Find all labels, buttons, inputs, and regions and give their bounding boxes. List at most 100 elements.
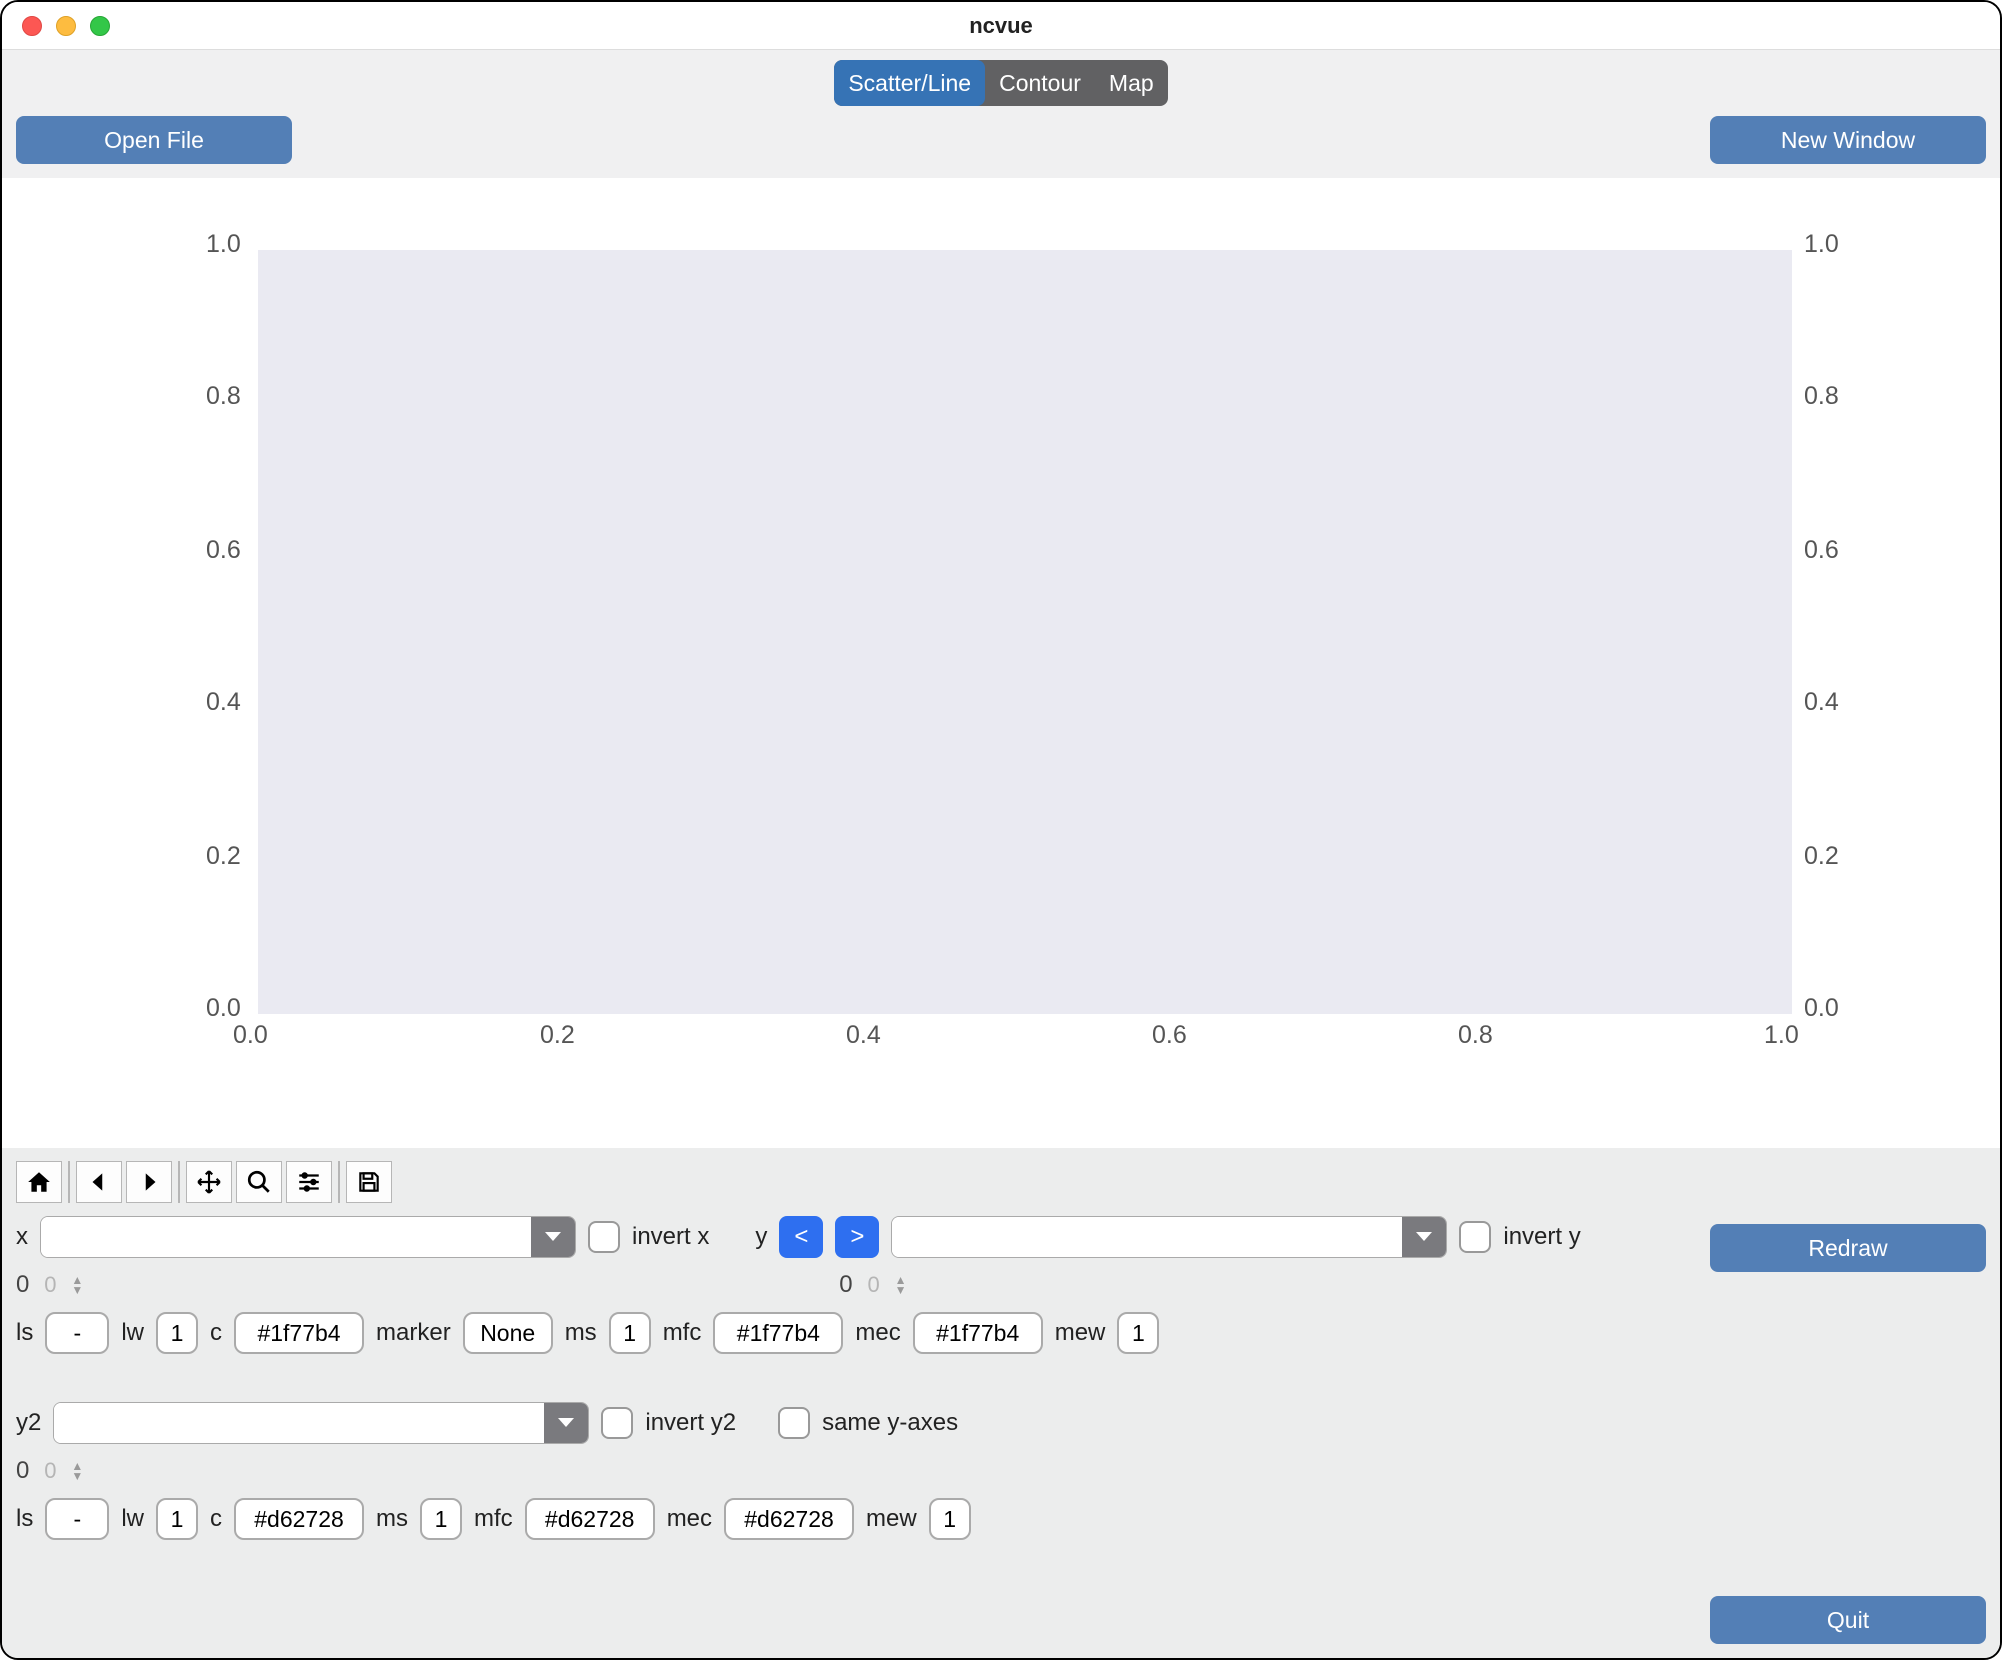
same-yaxes-checkbox[interactable] [778, 1407, 810, 1439]
spinner-label: 0 [839, 1271, 852, 1299]
lw-label: lw [121, 1505, 144, 1533]
traffic-lights [22, 16, 110, 36]
c-label: c [210, 1505, 222, 1533]
spinner-value[interactable] [857, 1268, 891, 1302]
style1-row: ls lw c marker ms mfc mec mew [16, 1312, 1690, 1354]
invert-y-label: invert y [1503, 1223, 1580, 1251]
lw-input[interactable] [156, 1498, 198, 1540]
c-input[interactable] [234, 1498, 364, 1540]
mew-input[interactable] [929, 1498, 971, 1540]
y2-variable-select[interactable] [53, 1402, 589, 1444]
zoom-icon[interactable] [236, 1161, 282, 1203]
home-icon[interactable] [16, 1161, 62, 1203]
invert-x-checkbox[interactable] [588, 1221, 620, 1253]
spinner-arrows-icon[interactable]: ▲▼ [71, 1461, 83, 1481]
y2-selector-row: y2 invert y2 same y-axes [16, 1402, 1690, 1444]
xtick: 0.6 [1152, 1021, 1187, 1050]
ls-input[interactable] [45, 1312, 109, 1354]
minimize-icon[interactable] [56, 16, 76, 36]
spinner-label: 0 [16, 1271, 29, 1299]
chevron-down-icon[interactable] [544, 1403, 588, 1443]
quit-button[interactable]: Quit [1710, 1596, 1986, 1644]
y-label: y [755, 1223, 767, 1251]
y-dim-spinner[interactable]: 0 ▲▼ [839, 1268, 906, 1302]
xtick: 1.0 [1764, 1021, 1799, 1050]
pan-icon[interactable] [186, 1161, 232, 1203]
same-yaxes-label: same y-axes [822, 1409, 958, 1437]
chevron-down-icon[interactable] [1402, 1217, 1446, 1257]
y2tick: 1.0 [1804, 230, 1839, 259]
spinner-arrows-icon[interactable]: ▲▼ [71, 1275, 83, 1295]
mew-input[interactable] [1117, 1312, 1159, 1354]
ytick: 0.0 [206, 994, 241, 1023]
ms-input[interactable] [609, 1312, 651, 1354]
tab-scatter-line[interactable]: Scatter/Line [834, 60, 985, 106]
ytick: 0.2 [206, 842, 241, 871]
subplots-icon[interactable] [286, 1161, 332, 1203]
mfc-input[interactable] [525, 1498, 655, 1540]
y-variable-select[interactable] [891, 1216, 1447, 1258]
c-label: c [210, 1319, 222, 1347]
lw-input[interactable] [156, 1312, 198, 1354]
y2-dim-spinner-row: 0 ▲▼ [16, 1454, 1690, 1488]
y2-dim-spinner[interactable]: 0 ▲▼ [16, 1454, 83, 1488]
x-dim-spinner[interactable]: 0 ▲▼ [16, 1268, 83, 1302]
spinner-value[interactable] [33, 1268, 67, 1302]
mec-label: mec [667, 1505, 712, 1533]
top-area: Scatter/Line Contour Map Open File New W… [2, 50, 2000, 178]
ls-label: ls [16, 1319, 33, 1347]
y-next-button[interactable]: > [835, 1216, 879, 1258]
window-title: ncvue [2, 13, 2000, 39]
y2tick: 0.0 [1804, 994, 1839, 1023]
titlebar: ncvue [2, 2, 2000, 50]
spinner-arrows-icon[interactable]: ▲▼ [895, 1275, 907, 1295]
ytick: 0.8 [206, 382, 241, 411]
ms-input[interactable] [420, 1498, 462, 1540]
marker-label: marker [376, 1319, 451, 1347]
tab-contour[interactable]: Contour [985, 60, 1095, 106]
back-icon[interactable] [76, 1161, 122, 1203]
controls-panel: x invert x y < > [2, 1148, 2000, 1658]
ms-label: ms [565, 1319, 597, 1347]
new-window-button[interactable]: New Window [1710, 116, 1986, 164]
x-variable-select[interactable] [40, 1216, 576, 1258]
ls-input[interactable] [45, 1498, 109, 1540]
top-row: Open File New Window [16, 116, 1986, 164]
mec-input[interactable] [913, 1312, 1043, 1354]
matplotlib-toolbar [16, 1160, 1986, 1204]
ytick: 1.0 [206, 230, 241, 259]
x-variable-input[interactable] [41, 1217, 531, 1257]
x-label: x [16, 1223, 28, 1251]
y2-variable-input[interactable] [54, 1403, 544, 1443]
toolbar-separator [68, 1161, 70, 1203]
invert-y-checkbox[interactable] [1459, 1221, 1491, 1253]
c-input[interactable] [234, 1312, 364, 1354]
open-file-button[interactable]: Open File [16, 116, 292, 164]
mfc-label: mfc [474, 1505, 513, 1533]
xy-selector-row: x invert x y < > [16, 1216, 1690, 1258]
chart-area: 1.0 0.8 0.6 0.4 0.2 0.0 1.0 0.8 0.6 0.4 … [2, 178, 2000, 1148]
forward-icon[interactable] [126, 1161, 172, 1203]
spinner-value[interactable] [33, 1454, 67, 1488]
mfc-input[interactable] [713, 1312, 843, 1354]
redraw-button[interactable]: Redraw [1710, 1224, 1986, 1272]
plot-canvas[interactable] [258, 250, 1792, 1014]
y-variable-input[interactable] [892, 1217, 1402, 1257]
chevron-down-icon[interactable] [531, 1217, 575, 1257]
mew-label: mew [866, 1505, 917, 1533]
ls-label: ls [16, 1505, 33, 1533]
xtick: 0.4 [846, 1021, 881, 1050]
toolbar-separator [178, 1161, 180, 1203]
save-icon[interactable] [346, 1161, 392, 1203]
mew-label: mew [1055, 1319, 1106, 1347]
y-prev-button[interactable]: < [779, 1216, 823, 1258]
ms-label: ms [376, 1505, 408, 1533]
dim-spinner-row: 0 ▲▼ 0 ▲▼ [16, 1268, 1690, 1302]
marker-input[interactable] [463, 1312, 553, 1354]
maximize-icon[interactable] [90, 16, 110, 36]
toolbar-separator [338, 1161, 340, 1203]
close-icon[interactable] [22, 16, 42, 36]
tab-map[interactable]: Map [1095, 60, 1168, 106]
invert-y2-checkbox[interactable] [601, 1407, 633, 1439]
mec-input[interactable] [724, 1498, 854, 1540]
